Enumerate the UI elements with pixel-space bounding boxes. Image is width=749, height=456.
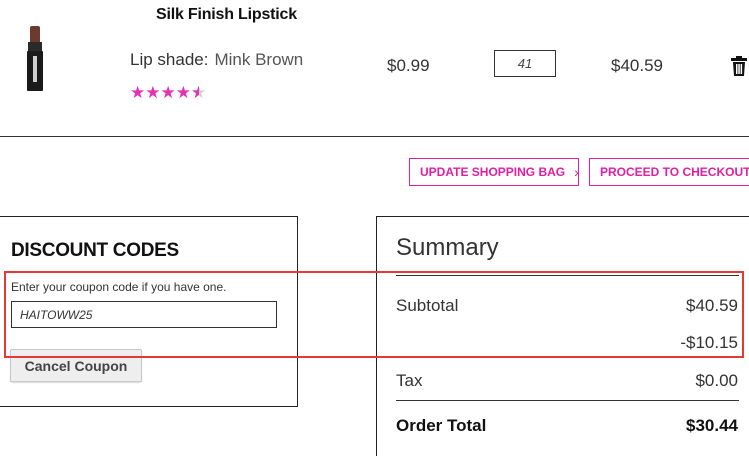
star-icon: ★ <box>175 83 191 102</box>
order-total-label: Order Total <box>396 416 487 435</box>
update-shopping-bag-button[interactable]: UPDATE SHOPPING BAG › <box>409 158 579 186</box>
subtotal-value: $40.59 <box>686 296 738 315</box>
tax-label: Tax <box>396 371 423 390</box>
trash-icon[interactable] <box>731 56 747 76</box>
chevron-right-icon: › <box>574 164 579 180</box>
quantity-input[interactable] <box>494 50 556 77</box>
product-title[interactable]: Silk Finish Lipstick <box>156 6 297 24</box>
half-star-icon: ★ ★ <box>191 83 207 102</box>
tax-value: $0.00 <box>695 371 738 390</box>
summary-title: Summary <box>396 234 499 261</box>
lipstick-product-image <box>27 26 43 91</box>
rating-stars: ★★★★★ ★ <box>130 84 206 101</box>
coupon-code-input[interactable] <box>11 301 277 328</box>
shade-label: Lip shade: <box>130 50 209 69</box>
star-icon: ★ <box>145 83 161 102</box>
cancel-coupon-button[interactable]: Cancel Coupon <box>10 349 142 382</box>
checkout-button-label: PROCEED TO CHECKOUT <box>600 165 749 179</box>
star-icon: ★ <box>160 83 176 102</box>
section-divider <box>0 136 749 137</box>
subtotal-label: Subtotal <box>396 296 459 315</box>
order-total-value: $30.44 <box>686 416 738 435</box>
summary-divider <box>396 275 739 276</box>
lip-shade-row: Lip shade: Mink Brown <box>130 50 303 70</box>
summary-total-divider <box>396 400 739 401</box>
proceed-to-checkout-button[interactable]: PROCEED TO CHECKOUT› <box>589 158 749 186</box>
star-icon: ★ <box>130 83 146 102</box>
shade-value: Mink Brown <box>214 50 304 69</box>
coupon-hint: Enter your coupon code if you have one. <box>11 280 227 294</box>
row-total-price: $40.59 <box>611 56 663 75</box>
discount-value: -$10.15 <box>680 333 738 352</box>
update-button-label: UPDATE SHOPPING BAG <box>420 165 566 179</box>
discount-codes-title: DISCOUNT CODES <box>11 240 179 261</box>
unit-price: $0.99 <box>387 56 430 75</box>
